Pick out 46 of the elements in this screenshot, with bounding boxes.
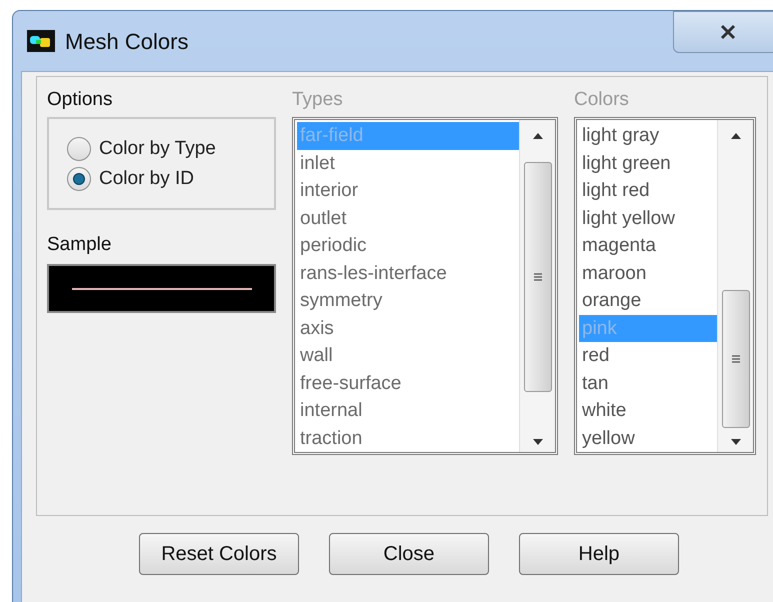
dialog-button[interactable]: Reset Colors xyxy=(139,533,299,575)
grip-icon xyxy=(533,272,543,282)
scroll-down-icon[interactable] xyxy=(730,438,742,446)
list-item[interactable]: tan xyxy=(579,370,717,397)
list-item[interactable]: light red xyxy=(579,177,717,204)
dialog-button[interactable]: Help xyxy=(519,533,679,575)
radio-label: Color by Type xyxy=(99,136,216,160)
scrollbar-thumb[interactable] xyxy=(524,162,552,392)
close-icon xyxy=(719,24,737,40)
list-item[interactable]: internal xyxy=(297,397,519,424)
list-item[interactable]: maroon xyxy=(579,260,717,287)
close-button[interactable] xyxy=(673,11,773,53)
list-item[interactable]: interior xyxy=(297,177,519,204)
list-item[interactable]: traction xyxy=(297,424,519,452)
line-sample-icon xyxy=(72,288,252,290)
list-item[interactable]: inlet xyxy=(297,150,519,177)
radio-button[interactable] xyxy=(67,136,91,160)
list-item[interactable]: free-surface xyxy=(297,370,519,397)
list-item[interactable]: outlet xyxy=(297,204,519,232)
list-item[interactable]: light gray xyxy=(579,122,717,150)
list-item[interactable]: red xyxy=(579,342,717,370)
list-item[interactable]: light yellow xyxy=(579,204,717,232)
dialog-button[interactable]: Close xyxy=(329,533,489,575)
radio-button[interactable] xyxy=(67,166,91,190)
radio-label: Color by ID xyxy=(99,166,194,190)
list-item[interactable]: symmetry xyxy=(297,287,519,314)
list-item[interactable]: yellow xyxy=(579,424,717,452)
scroll-up-icon[interactable] xyxy=(532,132,544,140)
list-label: Types xyxy=(292,88,343,112)
list-label: Colors xyxy=(574,88,629,112)
scroll-up-icon[interactable] xyxy=(730,132,742,140)
options-label: Options xyxy=(47,88,112,112)
scroll-down-icon[interactable] xyxy=(532,438,544,446)
app-logo-icon xyxy=(27,30,55,52)
list-item[interactable]: axis xyxy=(297,314,519,342)
list-item[interactable]: white xyxy=(579,397,717,424)
list-item[interactable]: light green xyxy=(579,150,717,177)
list-item[interactable]: wall xyxy=(297,342,519,370)
scrollbar-thumb[interactable] xyxy=(722,290,750,428)
list-item[interactable]: orange xyxy=(579,287,717,314)
grip-icon xyxy=(731,354,741,364)
list-item[interactable]: rans-les-interface xyxy=(297,260,519,287)
list-item[interactable]: magenta xyxy=(579,232,717,260)
sample-label: Sample xyxy=(47,233,112,257)
window-title: Mesh Colors xyxy=(65,28,188,56)
list-item[interactable]: periodic xyxy=(297,232,519,260)
